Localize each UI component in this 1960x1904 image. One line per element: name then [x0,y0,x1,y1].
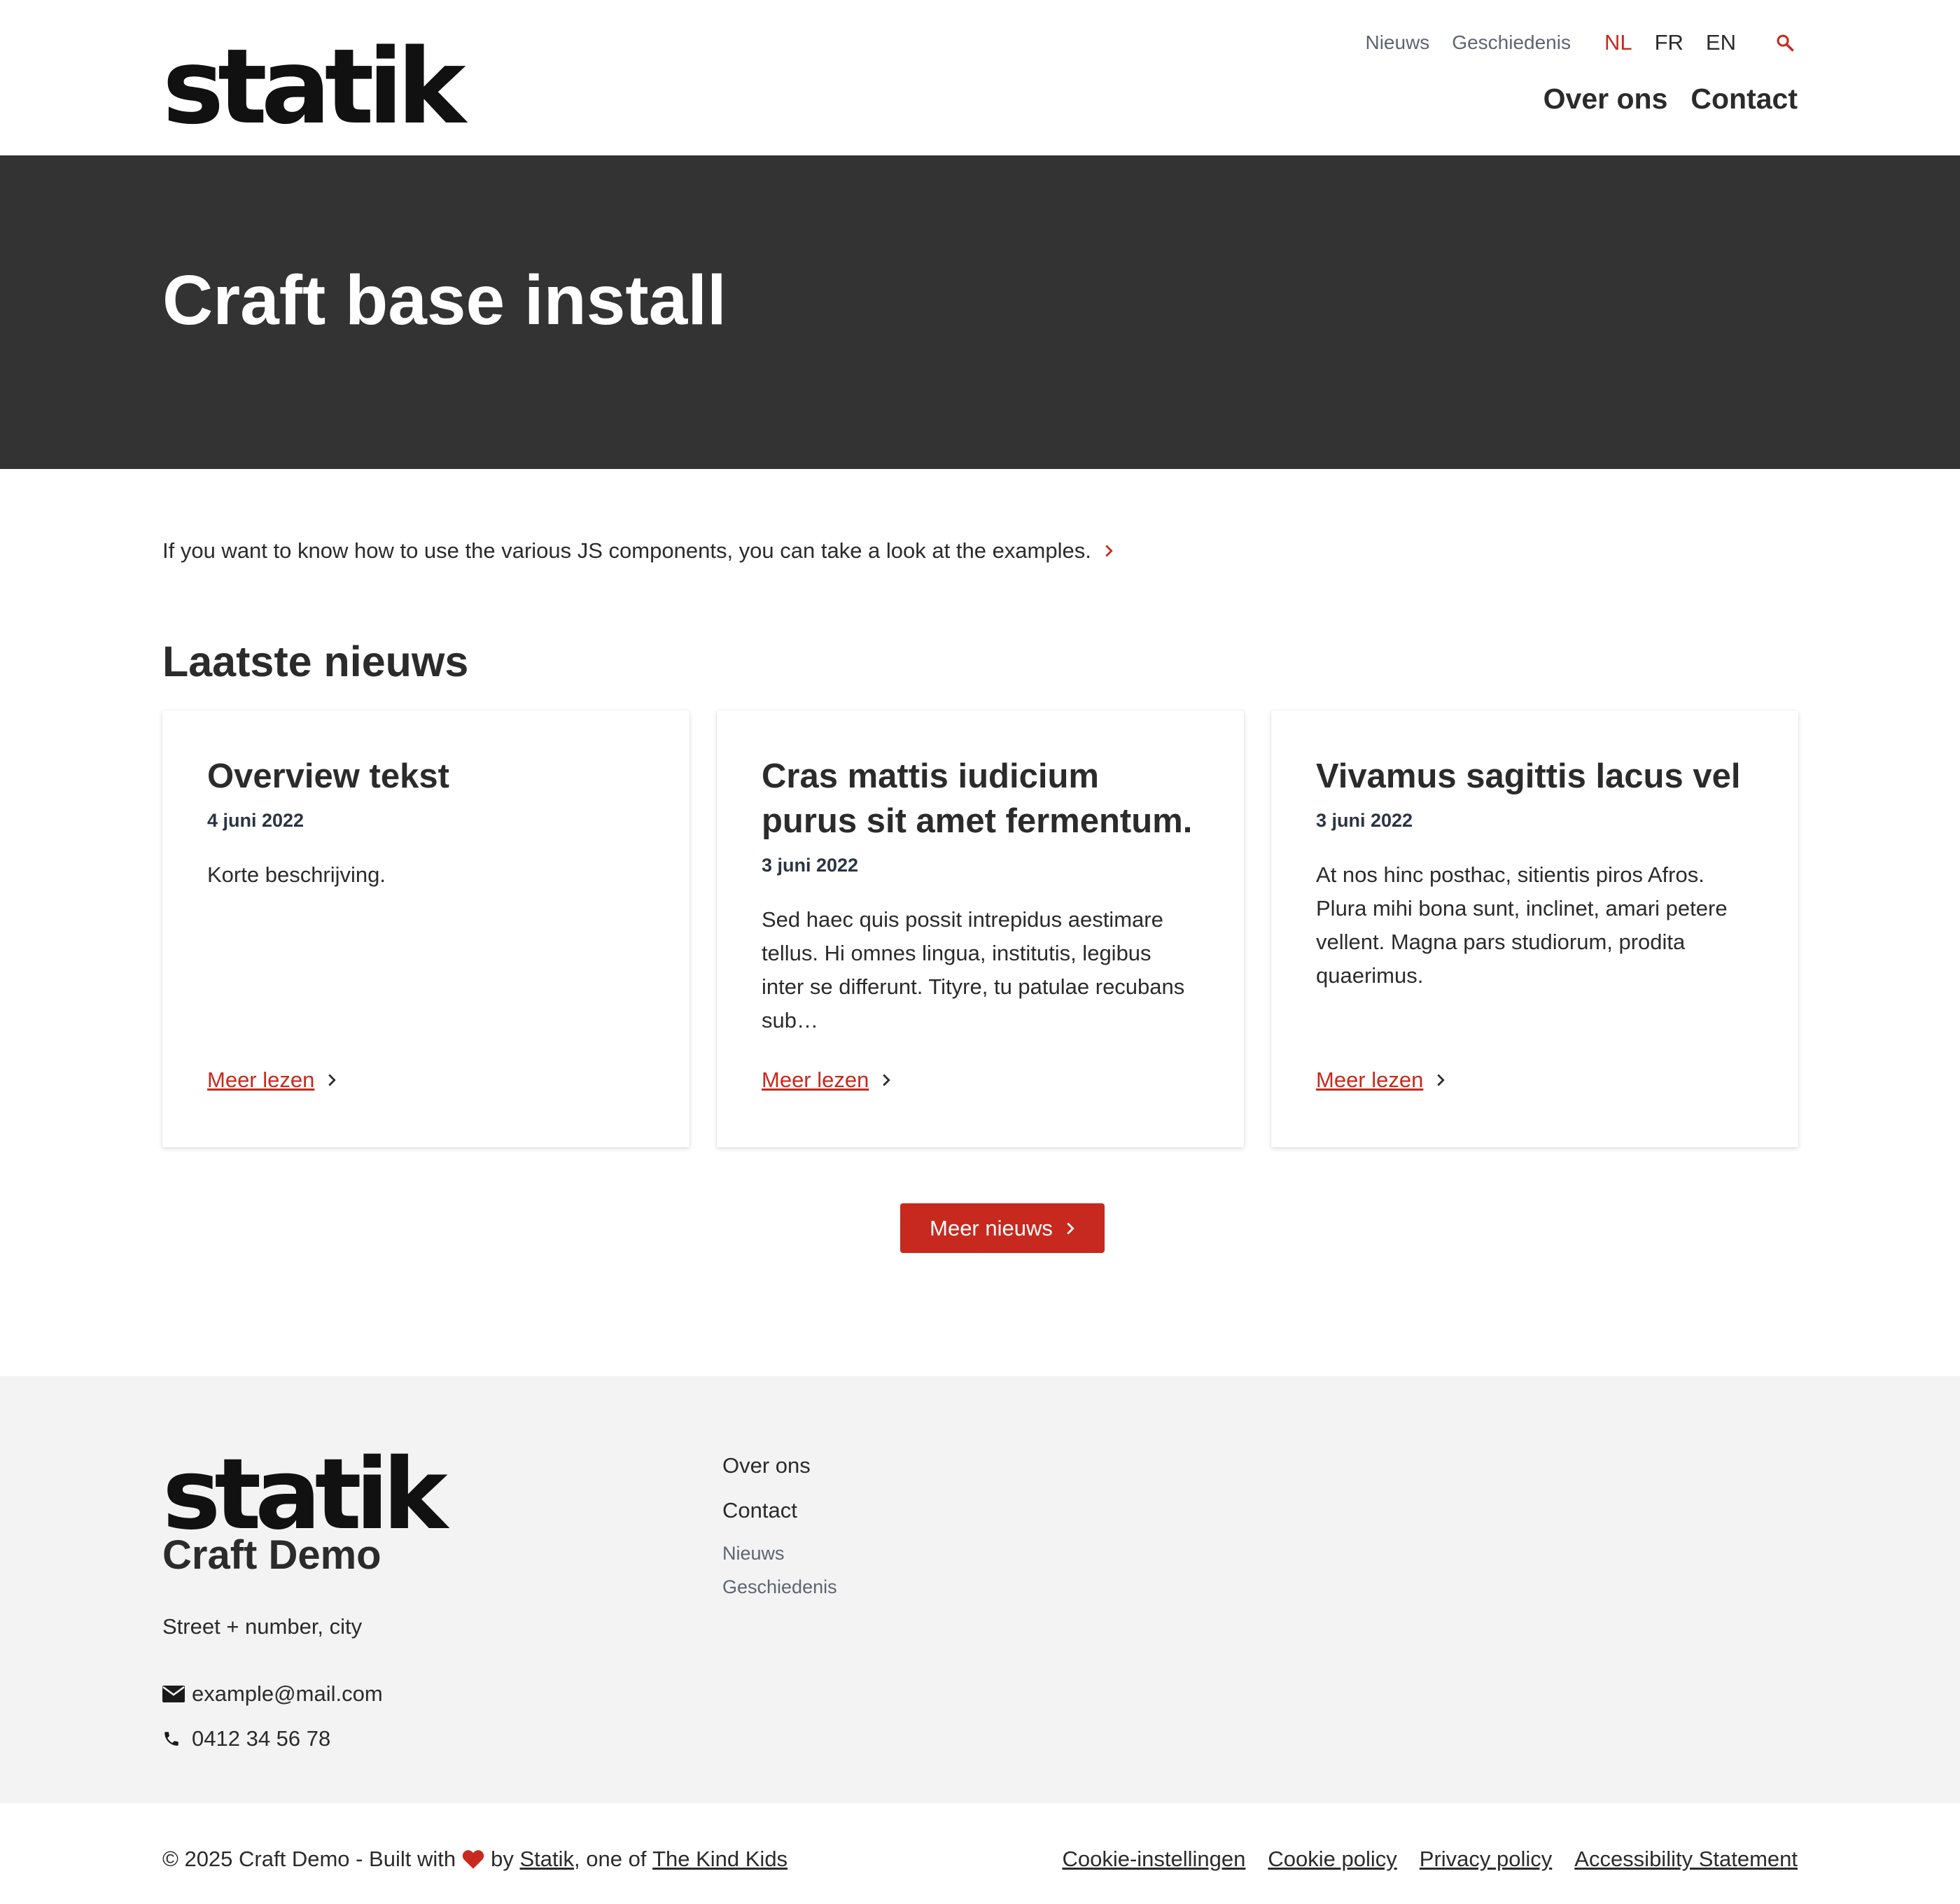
kind-kids-link[interactable]: The Kind Kids [652,1847,788,1872]
news-card-date: 3 juni 2022 [762,855,859,876]
topnav-news-link[interactable]: Nieuws [1365,31,1429,54]
footer-contact-link[interactable]: Contact [722,1498,837,1543]
topnav-history-link[interactable]: Geschiedenis [1452,31,1571,54]
bottom-bar: © 2025 Craft Demo - Built with by Statik… [0,1803,1960,1904]
site-header: statik Nieuws Geschiedenis NL FR EN Over… [0,0,1960,155]
site-logo[interactable]: statik [162,35,466,139]
footer-phone-link[interactable]: 0412 34 56 78 [162,1726,330,1751]
legal-links: Cookie-instellingen Cookie policy Privac… [1040,1847,1798,1872]
cookie-settings-link[interactable]: Cookie-instellingen [1062,1847,1245,1872]
copyright-one-of: , one of [574,1847,647,1871]
read-more-label: Meer lezen [1316,1068,1424,1092]
footer-about-link[interactable]: Over ons [722,1453,837,1498]
main-navigation: Over ons Contact [1520,83,1798,115]
read-more-link[interactable]: Meer lezen [207,1068,337,1093]
footer-email-link[interactable]: example@mail.com [162,1681,383,1707]
search-icon[interactable] [1772,30,1798,55]
copyright-text: © 2025 Craft Demo - Built with [162,1847,456,1871]
language-fr[interactable]: FR [1655,30,1684,55]
read-more-link[interactable]: Meer lezen [1316,1068,1446,1093]
privacy-policy-link[interactable]: Privacy policy [1420,1847,1553,1872]
news-card-date: 3 juni 2022 [1316,810,1413,831]
footer-news-link[interactable]: Nieuws [722,1543,837,1576]
read-more-label: Meer lezen [762,1068,869,1092]
footer-email: example@mail.com [192,1681,383,1706]
news-card-title: Overview tekst [207,757,449,795]
copyright-by: by [491,1847,514,1871]
news-card-description: At nos hinc posthac, sitientis piros Afr… [1316,862,1728,988]
news-card-title: Cras mattis iudicium purus sit amet ferm… [762,757,1193,840]
more-news-label: Meer nieuws [930,1215,1053,1240]
news-card-title: Vivamus sagittis lacus vel [1316,757,1741,795]
more-news-button[interactable]: Meer nieuws [900,1203,1105,1253]
hero-banner: Craft base install [0,155,1960,469]
cookie-policy-link[interactable]: Cookie policy [1268,1847,1396,1872]
footer-logo[interactable]: statik [162,1446,448,1544]
footer-address: Street + number, city [162,1614,363,1639]
chevron-right-icon [1436,1073,1446,1087]
read-more-label: Meer lezen [207,1068,315,1092]
intro-text[interactable]: If you want to know how to use the vario… [162,538,1114,564]
statik-link[interactable]: Statik [519,1847,574,1872]
accessibility-statement-link[interactable]: Accessibility Statement [1574,1847,1798,1872]
footer-company-name: Craft Demo [162,1532,382,1578]
news-card-list: Overview tekst 4 juni 2022 Korte beschri… [162,710,1798,1147]
site-footer: statik Craft Demo Street + number, city … [0,1376,1960,1803]
heart-icon [461,1849,485,1870]
intro-label: If you want to know how to use the vario… [162,538,1091,563]
chevron-right-icon [1065,1222,1075,1236]
page-title: Craft base install [162,261,727,340]
copyright: © 2025 Craft Demo - Built with by Statik… [162,1847,788,1872]
chevron-right-icon [327,1073,337,1087]
news-card[interactable]: Cras mattis iudicium purus sit amet ferm… [717,710,1244,1147]
news-card-description: Sed haec quis possit intrepidus aestimar… [762,907,1185,1032]
language-nl[interactable]: NL [1604,30,1632,55]
footer-history-link[interactable]: Geschiedenis [722,1576,837,1610]
footer-phone: 0412 34 56 78 [192,1726,331,1751]
top-navigation: Nieuws Geschiedenis NL FR EN [1343,25,1798,60]
phone-icon [162,1727,186,1751]
news-card-description: Korte beschrijving. [207,862,386,887]
mainnav-about-link[interactable]: Over ons [1544,83,1668,115]
footer-navigation: Over ons Contact Nieuws Geschiedenis [722,1453,837,1610]
news-card[interactable]: Overview tekst 4 juni 2022 Korte beschri… [162,710,690,1147]
chevron-right-icon [881,1073,891,1087]
news-card[interactable]: Vivamus sagittis lacus vel 3 juni 2022 A… [1271,710,1798,1147]
chevron-right-icon [1104,544,1114,558]
language-en[interactable]: EN [1706,30,1736,55]
read-more-link[interactable]: Meer lezen [762,1068,891,1093]
news-section-title: Laatste nieuws [162,638,469,685]
main-content: If you want to know how to use the vario… [0,469,1960,1376]
envelope-icon [162,1682,186,1706]
news-card-date: 4 juni 2022 [207,810,304,831]
mainnav-contact-link[interactable]: Contact [1690,83,1798,115]
